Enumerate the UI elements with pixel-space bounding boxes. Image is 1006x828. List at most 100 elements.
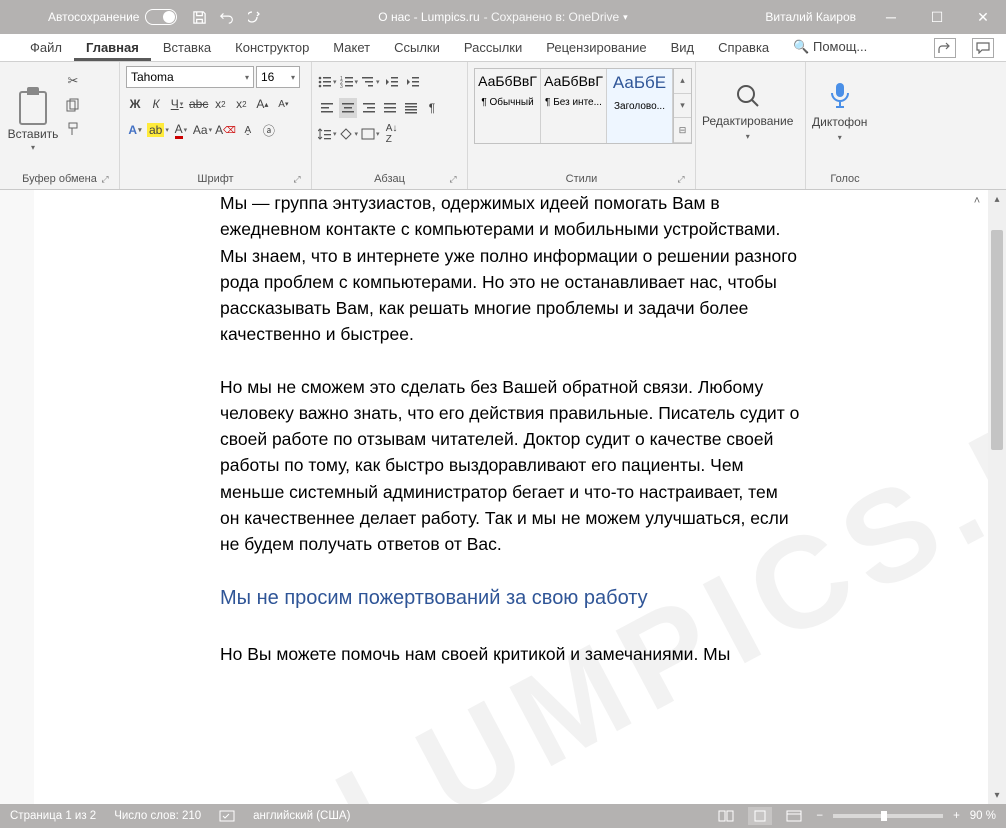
user-name[interactable]: Виталий Каиров bbox=[765, 10, 856, 24]
redo-icon[interactable] bbox=[247, 9, 263, 25]
zoom-out-icon[interactable]: − bbox=[816, 810, 823, 822]
paragraph-2[interactable]: Но мы не сможем это сделать без Вашей об… bbox=[220, 374, 800, 558]
show-marks-button[interactable]: ¶ bbox=[423, 98, 441, 118]
page-indicator[interactable]: Страница 1 из 2 bbox=[10, 810, 96, 822]
maximize-button[interactable]: ☐ bbox=[914, 0, 960, 34]
bullets-button[interactable]: ▾ bbox=[318, 72, 337, 92]
highlight-button[interactable]: ab▾ bbox=[147, 120, 169, 140]
word-count[interactable]: Число слов: 210 bbox=[114, 810, 201, 822]
save-icon[interactable] bbox=[191, 9, 207, 25]
shrink-font-button[interactable]: A▾ bbox=[274, 94, 292, 114]
subscript-button[interactable]: x2 bbox=[211, 94, 229, 114]
saved-location[interactable]: - Сохранено в: OneDrive bbox=[484, 10, 620, 24]
styles-scroll-up-icon[interactable]: ▴ bbox=[674, 69, 691, 94]
clear-formatting-button[interactable]: A⌫ bbox=[215, 120, 236, 140]
style-normal[interactable]: АаБбВвГ ¶ Обычный bbox=[475, 69, 541, 143]
scroll-thumb[interactable] bbox=[991, 230, 1003, 450]
dialog-launcher-icon[interactable]: ⤢ bbox=[99, 174, 111, 186]
editing-button[interactable]: Редактирование ▾ bbox=[702, 66, 793, 156]
search-icon bbox=[734, 82, 762, 110]
justify-button[interactable] bbox=[381, 98, 399, 118]
font-size-combo[interactable]: 16▾ bbox=[256, 66, 300, 88]
tab-insert[interactable]: Вставка bbox=[151, 35, 223, 61]
font-name-combo[interactable]: Tahoma▾ bbox=[126, 66, 254, 88]
cut-icon[interactable]: ✂ bbox=[64, 72, 82, 90]
underline-button[interactable]: Ч▾ bbox=[168, 94, 186, 114]
tab-tellme[interactable]: 🔍 Помощ... bbox=[781, 34, 879, 61]
paragraph-1[interactable]: Мы — группа энтузиастов, одержимых идеей… bbox=[220, 190, 800, 348]
tab-home[interactable]: Главная bbox=[74, 35, 151, 61]
paragraph-3[interactable]: Но Вы можете помочь нам своей критикой и… bbox=[220, 641, 800, 667]
title-bar: Автосохранение О нас - Lumpics.ru - Сохр… bbox=[0, 0, 1006, 34]
zoom-in-icon[interactable]: + bbox=[953, 810, 960, 822]
tab-layout[interactable]: Макет bbox=[321, 35, 382, 61]
shading-button[interactable]: ▾ bbox=[340, 124, 359, 144]
chevron-down-icon: ▾ bbox=[746, 132, 750, 141]
scroll-down-icon[interactable]: ▾ bbox=[988, 786, 1006, 804]
tab-help[interactable]: Справка bbox=[706, 35, 781, 61]
borders-button[interactable]: ▾ bbox=[361, 124, 380, 144]
copy-icon[interactable] bbox=[64, 96, 82, 114]
zoom-slider[interactable] bbox=[833, 814, 943, 818]
styles-expand-icon[interactable]: ⊟ bbox=[674, 118, 691, 143]
close-button[interactable]: ✕ bbox=[960, 0, 1006, 34]
tab-review[interactable]: Рецензирование bbox=[534, 35, 658, 61]
paste-button[interactable]: Вставить ▾ bbox=[6, 66, 60, 170]
style-heading1[interactable]: АаБбЕ Заголово... bbox=[607, 69, 673, 143]
dialog-launcher-icon[interactable]: ⤢ bbox=[447, 174, 459, 186]
font-color-button[interactable]: A▾ bbox=[172, 120, 190, 140]
print-layout-icon[interactable] bbox=[748, 807, 772, 825]
chevron-down-icon[interactable]: ▾ bbox=[623, 12, 628, 23]
share-icon[interactable] bbox=[934, 38, 956, 58]
styles-scroll-down-icon[interactable]: ▾ bbox=[674, 94, 691, 119]
dialog-launcher-icon[interactable]: ⤢ bbox=[675, 174, 687, 186]
scroll-up-icon[interactable]: ▴ bbox=[988, 190, 1006, 208]
minimize-button[interactable]: ─ bbox=[868, 0, 914, 34]
numbering-button[interactable]: 123▾ bbox=[340, 72, 359, 92]
web-layout-icon[interactable] bbox=[782, 807, 806, 825]
zoom-level[interactable]: 90 % bbox=[970, 810, 996, 822]
document-area: ˄ LUMPICS.RU Мы — группа энтузиастов, од… bbox=[0, 190, 1006, 804]
line-spacing-button[interactable]: ▾ bbox=[318, 124, 337, 144]
dialog-launcher-icon[interactable]: ⤢ bbox=[291, 174, 303, 186]
superscript-button[interactable]: x2 bbox=[232, 94, 250, 114]
bold-button[interactable]: Ж bbox=[126, 94, 144, 114]
heading-1[interactable]: Мы не просим пожертвований за свою работ… bbox=[220, 583, 800, 613]
align-right-button[interactable] bbox=[360, 98, 378, 118]
tab-references[interactable]: Ссылки bbox=[382, 35, 452, 61]
read-mode-icon[interactable] bbox=[714, 807, 738, 825]
tab-view[interactable]: Вид bbox=[659, 35, 707, 61]
align-left-button[interactable] bbox=[318, 98, 336, 118]
multilevel-button[interactable]: ▾ bbox=[361, 72, 380, 92]
decrease-indent-button[interactable] bbox=[383, 72, 401, 92]
document-page[interactable]: Мы — группа энтузиастов, одержимых идеей… bbox=[220, 190, 800, 694]
autosave-toggle[interactable]: Автосохранение bbox=[48, 9, 177, 25]
vertical-scrollbar[interactable]: ▴ ▾ bbox=[988, 190, 1006, 804]
window-controls: ─ ☐ ✕ bbox=[868, 0, 1006, 34]
text-effects-button[interactable]: A▾ bbox=[126, 120, 144, 140]
change-case-button[interactable]: Aa▾ bbox=[193, 120, 212, 140]
page-canvas[interactable]: ˄ LUMPICS.RU Мы — группа энтузиастов, од… bbox=[34, 190, 988, 804]
style-nospacing[interactable]: АаБбВвГ ¶ Без инте... bbox=[541, 69, 607, 143]
phonetic-guide-button[interactable]: A̬ bbox=[239, 120, 257, 140]
collapse-ribbon-icon[interactable]: ˄ bbox=[968, 192, 986, 210]
sort-button[interactable]: A↓Z bbox=[383, 124, 401, 144]
language-indicator[interactable]: английский (США) bbox=[253, 810, 350, 822]
enclose-characters-button[interactable]: ⓐ bbox=[260, 120, 278, 140]
grow-font-button[interactable]: A▴ bbox=[253, 94, 271, 114]
format-painter-icon[interactable] bbox=[64, 120, 82, 138]
align-center-button[interactable] bbox=[339, 98, 357, 118]
tab-file[interactable]: Файл bbox=[18, 35, 74, 61]
undo-icon[interactable] bbox=[219, 9, 235, 25]
tab-design[interactable]: Конструктор bbox=[223, 35, 321, 61]
tab-mailings[interactable]: Рассылки bbox=[452, 35, 534, 61]
comments-icon[interactable] bbox=[972, 38, 994, 58]
italic-button[interactable]: К bbox=[147, 94, 165, 114]
increase-indent-button[interactable] bbox=[404, 72, 422, 92]
proofing-icon[interactable] bbox=[219, 809, 235, 823]
dictate-button[interactable]: Диктофон ▾ bbox=[812, 66, 867, 156]
strikethrough-button[interactable]: abc bbox=[189, 94, 208, 114]
toggle-switch-icon[interactable] bbox=[145, 9, 177, 25]
style-gallery[interactable]: АаБбВвГ ¶ Обычный АаБбВвГ ¶ Без инте... … bbox=[474, 68, 692, 144]
distributed-button[interactable] bbox=[402, 98, 420, 118]
